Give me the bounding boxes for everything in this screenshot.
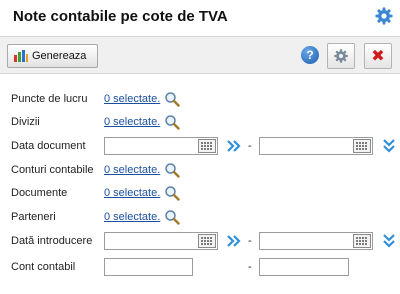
filter-row-data-introducere: Dată introducere -	[0, 232, 400, 252]
help-button[interactable]: ?	[301, 46, 319, 64]
range-dash: -	[248, 235, 252, 247]
search-icon[interactable]	[164, 209, 180, 225]
double-chevron-right-icon[interactable]	[226, 138, 242, 154]
title-bar: Note contabile pe cote de TVA	[0, 0, 400, 34]
calendar-icon[interactable]	[198, 234, 216, 248]
double-chevron-right-icon[interactable]	[226, 233, 242, 249]
calendar-icon[interactable]	[353, 234, 371, 248]
divizii-label: Divizii	[11, 116, 40, 128]
search-icon[interactable]	[164, 162, 180, 178]
filter-row-puncte-de-lucru: Puncte de lucru 0 selectate.	[0, 90, 400, 110]
search-icon[interactable]	[164, 91, 180, 107]
documente-label: Documente	[11, 187, 68, 199]
cont-contabil-to-input[interactable]	[259, 258, 349, 276]
filter-row-divizii: Divizii 0 selectate.	[0, 113, 400, 133]
toolbar: Genereaza ? ✖	[0, 36, 400, 74]
puncte-de-lucru-label: Puncte de lucru	[11, 93, 88, 105]
filter-row-parteneri: Parteneri 0 selectate.	[0, 208, 400, 228]
close-button[interactable]: ✖	[364, 43, 392, 69]
cont-contabil-from-input[interactable]	[104, 258, 193, 276]
range-dash: -	[248, 140, 252, 152]
parteneri-label: Parteneri	[11, 211, 56, 223]
double-chevron-down-icon[interactable]	[381, 138, 397, 154]
filter-row-conturi-contabile: Conturi contabile 0 selectate.	[0, 161, 400, 181]
data-document-from-input[interactable]	[104, 137, 218, 155]
data-document-label: Data document	[11, 140, 86, 152]
puncte-de-lucru-select-link[interactable]: 0 selectate.	[104, 93, 160, 105]
filter-row-data-document: Data document -	[0, 137, 400, 157]
data-document-to-input[interactable]	[259, 137, 373, 155]
filter-row-documente: Documente 0 selectate.	[0, 184, 400, 204]
parteneri-select-link[interactable]: 0 selectate.	[104, 211, 160, 223]
data-introducere-to-input[interactable]	[259, 232, 373, 250]
calendar-icon[interactable]	[198, 139, 216, 153]
bar-chart-icon	[14, 50, 28, 62]
gear-icon[interactable]	[374, 6, 394, 26]
filter-row-cont-contabil: Cont contabil -	[0, 258, 400, 278]
settings-button[interactable]	[327, 43, 355, 69]
divizii-select-link[interactable]: 0 selectate.	[104, 116, 160, 128]
page-title: Note contabile pe cote de TVA	[13, 8, 228, 25]
generate-button[interactable]: Genereaza	[7, 44, 98, 68]
documente-select-link[interactable]: 0 selectate.	[104, 187, 160, 199]
conturi-contabile-select-link[interactable]: 0 selectate.	[104, 164, 160, 176]
data-introducere-label: Dată introducere	[11, 235, 93, 247]
gear-icon	[334, 49, 348, 63]
generate-label: Genereaza	[32, 50, 87, 62]
conturi-contabile-label: Conturi contabile	[11, 164, 94, 176]
double-chevron-down-icon[interactable]	[381, 233, 397, 249]
search-icon[interactable]	[164, 114, 180, 130]
data-introducere-from-input[interactable]	[104, 232, 218, 250]
search-icon[interactable]	[164, 185, 180, 201]
cont-contabil-label: Cont contabil	[11, 261, 76, 273]
close-icon: ✖	[371, 46, 385, 65]
calendar-icon[interactable]	[353, 139, 371, 153]
range-dash: -	[248, 261, 252, 273]
